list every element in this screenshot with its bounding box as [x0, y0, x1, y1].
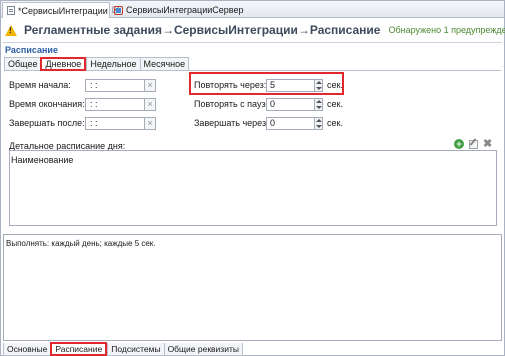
tab-general[interactable]: Общее [4, 57, 41, 71]
tab-weekly[interactable]: Недельное [86, 57, 140, 71]
repeat-every-unit: сек. [327, 80, 343, 90]
header-divider [3, 42, 502, 43]
finish-after-label: Завершать после: [9, 118, 85, 128]
repeat-every-stepper[interactable] [314, 79, 323, 92]
stepper-up-icon[interactable] [316, 119, 322, 122]
tab-monthly[interactable]: Месячное [139, 57, 190, 71]
editor-header: Регламентные задания→СервисыИнтеграции→Р… [1, 19, 505, 41]
schedule-summary-box [3, 234, 502, 341]
editor-tab-bar: *СервисыИнтеграции ☒ СервисыИнтеграцииСе… [1, 1, 504, 18]
start-time-label: Время начала: [9, 80, 71, 90]
end-time-clear-button[interactable]: × [144, 98, 156, 111]
warning-icon [5, 24, 17, 36]
editor-tab-label: *СервисыИнтеграции [18, 5, 108, 16]
finish-after-input[interactable]: : : [85, 117, 145, 130]
repeat-every-label: Повторять через: [194, 80, 267, 90]
module-icon [114, 5, 123, 15]
delete-row-icon[interactable]: ✖ [483, 137, 492, 150]
end-time-label: Время окончания: [9, 99, 85, 109]
bottom-tabs: Основные Расписание Подсистемы Общие рек… [3, 342, 243, 356]
add-row-icon[interactable]: + [454, 139, 464, 149]
finish-in-unit: сек. [327, 118, 343, 128]
tab-schedule[interactable]: Расписание [50, 342, 108, 356]
repeat-every-input[interactable]: 5 [266, 79, 315, 92]
column-header-name[interactable]: Наименование [11, 155, 73, 165]
warning-link[interactable]: Обнаружено 1 предупреждение [388, 25, 505, 35]
detailed-schedule-table[interactable] [9, 150, 497, 226]
finish-in-stepper[interactable] [314, 117, 323, 130]
document-icon [7, 6, 15, 15]
tab-common-attributes[interactable]: Общие реквизиты [163, 343, 243, 356]
start-time-input[interactable]: : : [85, 79, 145, 92]
stepper-down-icon[interactable] [316, 106, 322, 109]
tab-main[interactable]: Основные [3, 343, 51, 356]
finish-in-input[interactable]: 0 [266, 117, 315, 130]
edit-row-icon[interactable] [469, 140, 478, 149]
stepper-up-icon[interactable] [316, 81, 322, 84]
start-time-clear-button[interactable]: × [144, 79, 156, 92]
stepper-up-icon[interactable] [316, 100, 322, 103]
editor-window: *СервисыИнтеграции ☒ СервисыИнтеграцииСе… [0, 0, 505, 356]
editor-tab-label: СервисыИнтеграцииСервер [126, 5, 244, 15]
stepper-down-icon[interactable] [316, 125, 322, 128]
tab-daily[interactable]: Дневное [40, 57, 87, 71]
repeat-pause-unit: сек. [327, 99, 343, 109]
editor-tab-integration-services[interactable]: *СервисыИнтеграции ☒ [2, 2, 120, 18]
repeat-pause-input[interactable]: 0 [266, 98, 315, 111]
tab-subsystems[interactable]: Подсистемы [107, 343, 164, 356]
schedule-summary-text: Выполнять: каждый день; каждые 5 сек. [6, 239, 156, 248]
finish-in-label: Завершать через: [194, 118, 269, 128]
editor-tab-integration-server[interactable]: СервисыИнтеграцииСервер [110, 2, 244, 18]
end-time-input[interactable]: : : [85, 98, 145, 111]
stepper-down-icon[interactable] [316, 87, 322, 90]
section-title: Расписание [5, 45, 58, 55]
page-title: Регламентные задания→СервисыИнтеграции→Р… [24, 23, 381, 37]
finish-after-clear-button[interactable]: × [144, 117, 156, 130]
schedule-tabs: Общее Дневное Недельное Месячное [4, 57, 190, 71]
repeat-pause-stepper[interactable] [314, 98, 323, 111]
